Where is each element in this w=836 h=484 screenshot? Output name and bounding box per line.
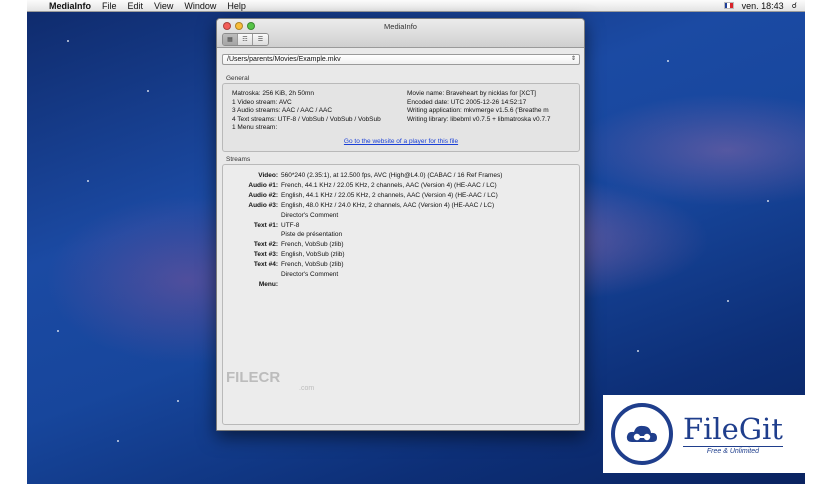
general-line: 3 Audio streams: AAC / AAC / AAC [232, 107, 333, 114]
menu-window[interactable]: Window [184, 1, 216, 11]
stream-value: French, VobSub (zlib) [281, 241, 344, 249]
stream-value: French, 44.1 KHz / 22.05 KHz, 2 channels… [281, 181, 497, 189]
window-title: MediaInfo [384, 22, 417, 31]
view-mode-segmented-control: ▦ ☶ ☰ [222, 33, 269, 46]
stream-value: 560*240 (2.35:1), at 12.500 fps, AVC (Hi… [281, 172, 503, 179]
stream-label: Video: [258, 172, 278, 179]
stream-row: Menu: [223, 280, 579, 290]
stream-value: Director's Comment [281, 211, 339, 219]
stream-value: UTF-8 [281, 221, 300, 229]
watermark-suffix: .com [299, 385, 315, 392]
stream-row: Text #4: French, VobSub (zlib) [223, 260, 579, 270]
stream-row: Director's Comment [223, 270, 579, 280]
stream-label [223, 211, 281, 221]
stream-row: Director's Comment [223, 211, 579, 221]
filecr-watermark: FILECR .com [226, 369, 314, 392]
streams-list: Video: 560*240 (2.35:1), at 12.500 fps, A… [223, 171, 579, 290]
watermark-brand: FILECR [226, 369, 281, 386]
stream-row: Video: 560*240 (2.35:1), at 12.500 fps, A… [223, 171, 579, 181]
general-line: Encoded date: UTC 2005-12-26 14:52:17 [407, 98, 527, 106]
general-line: 1 Video stream: AVC [232, 98, 292, 106]
general-right-column: Movie name: Braveheart by nicklas for [X… [407, 90, 579, 124]
filegit-title: FileGit [683, 411, 783, 446]
menu-view[interactable]: View [154, 1, 173, 11]
stream-label: Text #2: [253, 241, 278, 249]
stream-row: Text #2: French, VobSub (zlib) [223, 240, 579, 250]
stream-value: English, 44.1 KHz / 22.05 KHz, 2 channel… [281, 191, 498, 199]
general-line: 1 Menu stream: [232, 124, 278, 131]
stream-value: Piste de présentation [281, 231, 343, 239]
general-line: Writing application: mkvmerge v1.5.6 ('B… [407, 107, 549, 114]
menu-help[interactable]: Help [227, 1, 246, 11]
stream-value: English, 48.0 KHz / 24.0 KHz, 2 channels… [281, 201, 495, 209]
stream-row: Audio #1: French, 44.1 KHz / 22.05 KHz, 2… [223, 181, 579, 191]
menu-edit[interactable]: Edit [128, 1, 144, 11]
sheet-view-icon[interactable]: ☶ [238, 34, 253, 45]
stream-row: Piste de présentation [223, 230, 579, 240]
stream-label: Menu: [258, 280, 278, 288]
menu-bar: MediaInfo File Edit View Window Help ven… [27, 0, 805, 12]
stream-value: English, VobSub (zlib) [281, 251, 345, 259]
menu-app-name[interactable]: MediaInfo [49, 1, 91, 11]
general-line: Matroska: 256 KiB, 2h 50mn [232, 90, 315, 97]
menu-clock[interactable]: ven. 18:43 [742, 1, 784, 11]
stream-label [223, 230, 281, 240]
stream-row: Audio #2: English, 44.1 KHz / 22.05 KHz, … [223, 191, 579, 201]
stream-row: Audio #3: English, 48.0 KHz / 24.0 KHz, 2… [223, 201, 579, 211]
stream-label: Audio #1: [248, 181, 278, 189]
filegit-badge: FileGit Free & Unlimited [603, 395, 824, 473]
stream-row: Text #1: UTF-8 [223, 221, 579, 231]
easy-view-icon[interactable]: ▦ [223, 34, 238, 45]
tree-view-icon[interactable]: ☰ [253, 34, 268, 45]
general-line: 4 Text streams: UTF-8 / VobSub / VobSub … [232, 115, 381, 123]
general-section-label: General [226, 75, 250, 82]
streams-section-label: Streams [226, 156, 251, 163]
general-line: Movie name: Braveheart by nicklas for [X… [407, 90, 536, 97]
menu-file[interactable]: File [102, 1, 117, 11]
filegit-subtitle: Free & Unlimited [683, 445, 783, 455]
stream-row: Text #3: English, VobSub (zlib) [223, 250, 579, 260]
stream-label: Text #3: [253, 251, 278, 259]
stream-value: French, VobSub (zlib) [281, 261, 344, 269]
stream-label: Text #4: [253, 261, 278, 269]
general-box: Matroska: 256 KiB, 2h 50mn 1 Video strea… [222, 83, 580, 152]
stream-label: Audio #2: [248, 191, 278, 199]
file-path-value: /Users/parents/Movies/Example.mkv [227, 56, 341, 63]
filegit-logo-icon [611, 403, 673, 465]
window-titlebar: MediaInfo ▦ ☶ ☰ [217, 19, 584, 48]
stream-label [223, 270, 281, 280]
general-line: Writing library: libebml v0.7.5 + libmat… [407, 115, 551, 123]
input-source-flag-icon[interactable] [723, 2, 734, 9]
file-path-popup[interactable]: /Users/parents/Movies/Example.mkv ⇕ [222, 54, 580, 65]
popup-arrows-icon: ⇕ [570, 56, 576, 62]
player-website-link[interactable]: Go to the website of a player for this f… [223, 138, 579, 145]
stream-label: Text #1: [253, 221, 278, 229]
spotlight-search-icon[interactable]: ☌ [792, 1, 797, 10]
stream-label: Audio #3: [248, 201, 278, 209]
stream-value [281, 280, 579, 290]
general-left-column: Matroska: 256 KiB, 2h 50mn 1 Video strea… [232, 90, 407, 133]
stream-value: Director's Comment [281, 271, 339, 279]
